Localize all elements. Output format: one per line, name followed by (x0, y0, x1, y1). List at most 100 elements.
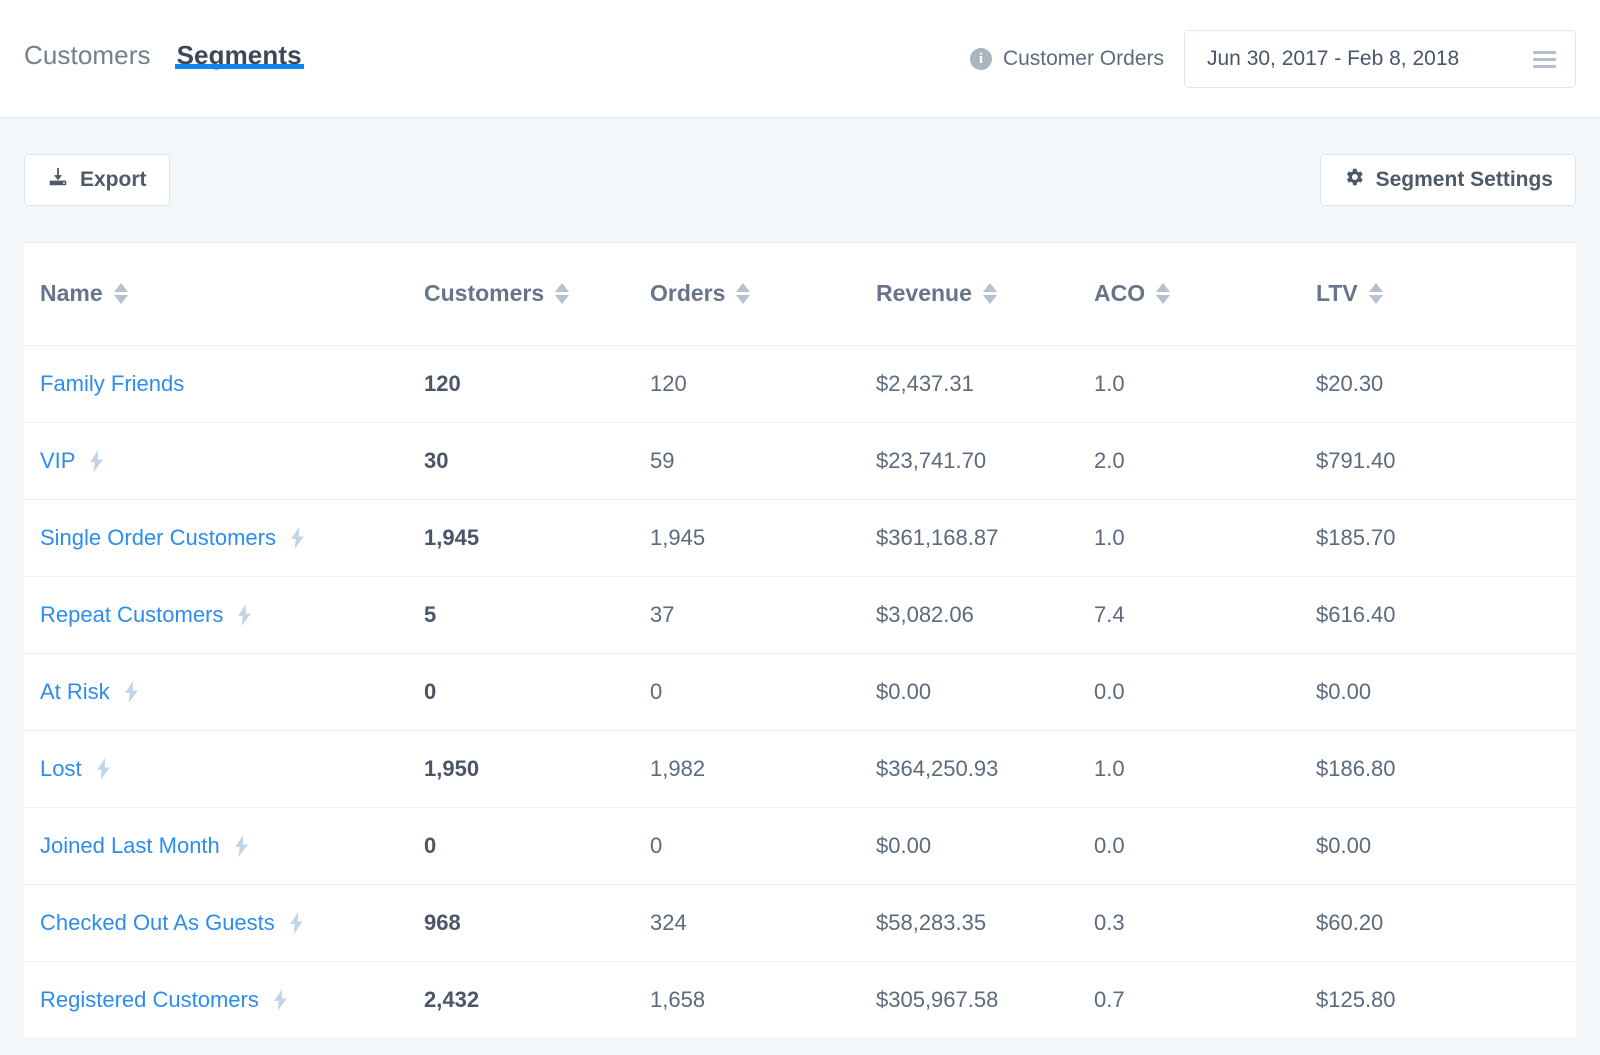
tab-segments[interactable]: Segments (174, 0, 304, 69)
toolbar: Export Segment Settings (0, 118, 1600, 242)
cell-name: At Risk (24, 653, 424, 730)
cell-aco: 1.0 (1094, 755, 1125, 781)
cell-customers: 1,945 (424, 524, 480, 550)
cell-customers: 120 (424, 370, 461, 396)
cell-name: Checked Out As Guests (24, 884, 424, 961)
cell-customers: 30 (424, 447, 449, 473)
cell-revenue: $364,250.93 (876, 755, 999, 781)
cell-aco: 0.3 (1094, 909, 1125, 935)
segment-link[interactable]: At Risk (40, 679, 110, 705)
segments-table: Name Customers Orders Revenue ACO LTV Fa… (24, 243, 1576, 1039)
column-header-customers-label: Customers (424, 280, 545, 307)
header-right-controls: i Customer Orders Jun 30, 2017 - Feb 8, … (969, 30, 1576, 88)
cell-orders: 37 (650, 601, 675, 627)
cell-customers: 5 (424, 601, 437, 627)
segment-link[interactable]: Registered Customers (40, 987, 259, 1013)
cell-ltv: $185.70 (1316, 524, 1396, 550)
table-row: Checked Out As Guests 968 324 $58,283.35 0.3… (24, 884, 1576, 961)
sort-icon[interactable] (1368, 283, 1383, 305)
cell-ltv: $60.20 (1316, 909, 1384, 935)
app-header: Customers Segments i Customer Orders Jun… (0, 0, 1600, 118)
cell-revenue: $3,082.06 (876, 601, 974, 627)
cell-name: VIP (24, 422, 424, 499)
segment-link[interactable]: Checked Out As Guests (40, 910, 275, 936)
cell-orders: 324 (650, 909, 687, 935)
cell-customers: 0 (424, 678, 437, 704)
cell-orders: 0 (650, 678, 663, 704)
lightning-bolt-icon (233, 834, 250, 857)
cell-orders: 120 (650, 370, 687, 396)
info-icon[interactable]: i (969, 48, 992, 70)
cell-ltv: $0.00 (1316, 678, 1372, 704)
cell-aco: 2.0 (1094, 447, 1125, 473)
cell-revenue: $361,168.87 (876, 524, 999, 550)
main-tabs: Customers Segments (24, 0, 328, 118)
lightning-bolt-icon (123, 680, 140, 703)
column-header-aco-label: ACO (1094, 280, 1146, 307)
export-button-label: Export (80, 168, 147, 191)
table-row: At Risk 0 0 $0.00 0.0 $0.00 (24, 653, 1576, 730)
sort-icon[interactable] (1156, 283, 1171, 305)
export-button[interactable]: Export (24, 154, 170, 206)
lightning-bolt-icon (236, 603, 253, 626)
cell-name: Lost (24, 730, 424, 807)
cell-customers: 0 (424, 832, 437, 858)
column-header-ltv-label: LTV (1316, 280, 1358, 307)
cell-revenue: $2,437.31 (876, 370, 974, 396)
cell-revenue: $305,967.58 (876, 986, 999, 1012)
cell-name: Family Friends (24, 345, 424, 422)
table-header-row: Name Customers Orders Revenue ACO LTV (24, 243, 1576, 345)
customer-orders-label: i Customer Orders (969, 47, 1164, 71)
column-header-orders[interactable]: Orders (650, 243, 876, 345)
table-row: Single Order Customers 1,945 1,945 $361,168… (24, 499, 1576, 576)
sort-icon[interactable] (736, 283, 751, 305)
segment-link[interactable]: Lost (40, 756, 82, 782)
segment-link[interactable]: VIP (40, 448, 75, 474)
column-header-name[interactable]: Name (24, 243, 424, 345)
table-head: Name Customers Orders Revenue ACO LTV (24, 243, 1576, 345)
column-header-name-label: Name (40, 280, 103, 307)
cell-aco: 1.0 (1094, 370, 1125, 396)
cell-revenue: $0.00 (876, 832, 932, 858)
cell-orders: 0 (650, 832, 663, 858)
cell-revenue: $58,283.35 (876, 909, 987, 935)
sort-icon[interactable] (982, 283, 997, 305)
column-header-revenue[interactable]: Revenue (876, 243, 1094, 345)
table-body: Family Friends 120 120 $2,437.31 1.0 $20.30 VI… (24, 345, 1576, 1038)
column-header-customers[interactable]: Customers (424, 243, 650, 345)
cell-name: Repeat Customers (24, 576, 424, 653)
customer-orders-text: Customer Orders (1002, 47, 1164, 70)
cell-ltv: $0.00 (1316, 832, 1372, 858)
cell-revenue: $0.00 (876, 678, 932, 704)
cell-orders: 1,982 (650, 755, 706, 781)
segment-link[interactable]: Family Friends (40, 371, 184, 397)
cell-orders: 1,945 (650, 524, 706, 550)
cell-customers: 968 (424, 909, 461, 935)
date-range-picker[interactable]: Jun 30, 2017 - Feb 8, 2018 (1184, 30, 1576, 88)
lightning-bolt-icon (95, 757, 112, 780)
lightning-bolt-icon (288, 911, 305, 934)
segment-settings-button-label: Segment Settings (1375, 168, 1553, 191)
cell-ltv: $20.30 (1316, 370, 1384, 396)
gear-icon (1343, 166, 1365, 194)
download-icon (47, 166, 69, 194)
segment-link[interactable]: Joined Last Month (40, 833, 220, 859)
cell-aco: 1.0 (1094, 524, 1125, 550)
table-row: Lost 1,950 1,982 $364,250.93 1.0 $186.80 (24, 730, 1576, 807)
segment-settings-button[interactable]: Segment Settings (1319, 154, 1576, 206)
segment-link[interactable]: Repeat Customers (40, 602, 223, 628)
hamburger-icon[interactable] (1533, 50, 1556, 68)
cell-ltv: $125.80 (1316, 986, 1396, 1012)
sort-icon[interactable] (555, 283, 570, 305)
column-header-aco[interactable]: ACO (1094, 243, 1316, 345)
cell-orders: 59 (650, 447, 675, 473)
cell-ltv: $791.40 (1316, 447, 1396, 473)
cell-aco: 0.0 (1094, 832, 1125, 858)
tab-customers[interactable]: Customers (24, 0, 151, 68)
lightning-bolt-icon (88, 449, 105, 472)
column-header-ltv[interactable]: LTV (1316, 243, 1576, 345)
cell-name: Registered Customers (24, 961, 424, 1038)
table-row: VIP 30 59 $23,741.70 2.0 $791.40 (24, 422, 1576, 499)
sort-icon[interactable] (113, 283, 128, 305)
segment-link[interactable]: Single Order Customers (40, 525, 276, 551)
